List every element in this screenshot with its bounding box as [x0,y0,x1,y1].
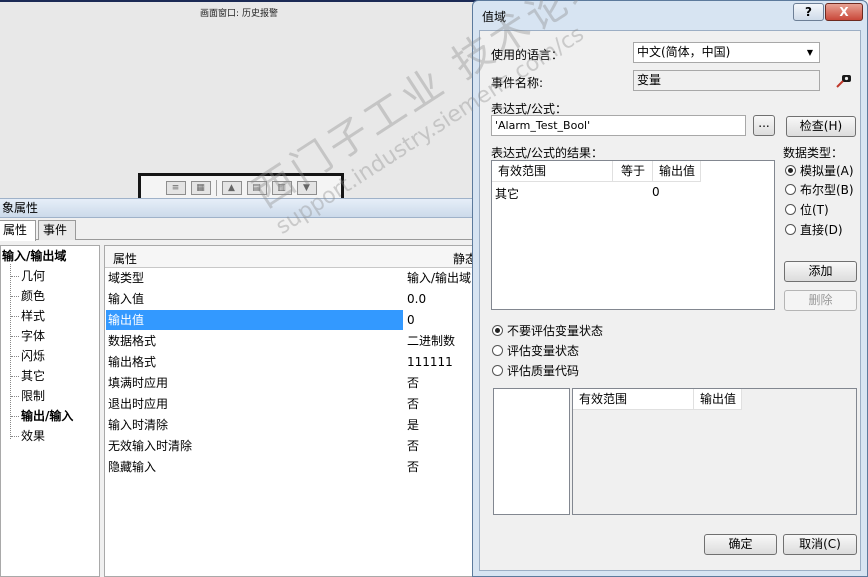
tree-item-misc[interactable]: 其它 [21,367,45,385]
properties-tabs: 属性 事件 [0,219,478,241]
result-col-range: 有效范围 [492,161,613,182]
result-col-output: 输出值 [653,161,701,182]
dialog-client-area: 使用的语言： 中文(简体，中国) ▼ 事件名称: 变量 表达式/公式： 'Ala… [479,30,861,571]
toolbar-separator [215,180,217,196]
tree-item-style[interactable]: 样式 [21,307,45,325]
tree-item-font[interactable]: 字体 [21,327,45,345]
radio-eval-status[interactable] [492,345,503,356]
radio-bool-label[interactable]: 布尔型(B) [800,181,854,198]
tab-events[interactable]: 事件 [38,220,77,240]
toolbar-grid-icon[interactable]: ▦ [190,181,211,195]
table-row[interactable]: 无效输入时清除否 [105,436,477,457]
ok-button[interactable]: 确定 [704,534,777,555]
check-button[interactable]: 检查(H) [786,116,856,137]
table-row-selected[interactable]: 输出值 0 [105,310,477,331]
tree-item-io-field[interactable]: 输入/输出域 [2,247,66,265]
tree-item-color[interactable]: 颜色 [21,287,45,305]
radio-bit-label[interactable]: 位(T) [800,201,829,218]
language-label: 使用的语言： [491,48,564,62]
quality-col-output: 输出值 [694,389,742,410]
tree-item-effects[interactable]: 效果 [21,427,45,445]
object-properties-header: 象属性 [0,198,478,218]
table-row[interactable]: 输出格式 111111 [105,352,477,373]
property-category-tree: 输入/输出域 几何 颜色 样式 字体 闪烁 其它 限制 输出/输入 效果 [0,245,100,577]
radio-no-eval-status-label[interactable]: 不要评估变量状态 [507,322,603,339]
table-row[interactable]: 隐藏输入否 [105,457,477,478]
event-name-field: 变量 [633,70,820,91]
help-button[interactable]: ? [793,3,824,21]
event-name-label: 事件名称: [491,76,544,90]
radio-no-eval-status[interactable] [492,325,503,336]
value-range-dialog: 值域 ? X 使用的语言： 中文(简体，中国) ▼ 事件名称: 变量 表达式/公… [472,0,868,577]
delete-button[interactable]: 删除 [784,290,857,311]
tree-item-output-input[interactable]: 输出/输入 [21,407,73,425]
result-row-output: 0 [652,185,660,199]
add-button[interactable]: 添加 [784,261,857,282]
radio-analog[interactable] [785,165,796,176]
toolbar-list-icon[interactable]: ≡ [165,181,186,195]
table-row[interactable]: 输入时清除是 [105,415,477,436]
radio-direct-label[interactable]: 直接(D) [800,221,843,238]
result-col-equal: 等于 [613,161,653,182]
table-row[interactable]: 域类型 输入/输出域 [105,268,477,289]
result-row-range[interactable]: 其它 [495,185,519,202]
tree-item-geometry[interactable]: 几何 [21,267,45,285]
screen-window-title: 画面窗口: 历史报警 [200,9,278,19]
radio-analog-label[interactable]: 模拟量(A) [800,162,854,179]
radio-eval-quality[interactable] [492,365,503,376]
toolbar-ack-icon[interactable]: ▲ [221,181,242,195]
result-table[interactable]: 有效范围 等于 输出值 其它 0 [491,160,775,310]
toolbar-sort-icon[interactable]: ▥ [271,181,292,195]
quality-range-table[interactable]: 有效范围 输出值 [572,388,857,515]
property-grid-header: 属性 静态 [105,246,477,268]
quality-tree-list[interactable] [493,388,570,515]
result-label: 表达式/公式的结果： [491,146,604,160]
close-button[interactable]: X [825,3,863,21]
quality-col-range: 有效范围 [573,389,694,410]
tree-item-flash[interactable]: 闪烁 [21,347,45,365]
tree-item-limits[interactable]: 限制 [21,387,45,405]
expression-input[interactable]: 'Alarm_Test_Bool' [491,115,746,136]
dialog-title: 值域 [482,10,507,24]
table-row[interactable]: 数据格式 二进制数 [105,331,477,352]
col-header-property: 属性 [113,252,138,266]
data-type-label: 数据类型： [783,146,844,160]
toolbar-export-icon[interactable]: ▼ [296,181,317,195]
radio-direct[interactable] [785,224,796,235]
alarm-toolbar-widget[interactable]: ≡ ▦ ▲ ▤ ▥ ▼ [138,173,344,200]
table-row[interactable]: 填满时应用否 [105,373,477,394]
radio-bool[interactable] [785,184,796,195]
radio-bit[interactable] [785,204,796,215]
language-value: 中文(简体，中国) [637,45,731,59]
tag-connect-icon[interactable] [836,74,852,88]
radio-eval-status-label[interactable]: 评估变量状态 [507,342,579,359]
browse-button[interactable]: ... [753,115,775,136]
tree-connector [10,264,11,439]
table-row[interactable]: 退出时应用否 [105,394,477,415]
screen-canvas: 画面窗口: 历史报警 ≡ ▦ ▲ ▤ ▥ ▼ [0,0,478,200]
property-grid: 属性 静态 域类型 输入/输出域 输入值 0.0 输出值 0 数据格式 二进制数 输出格… [104,245,478,577]
cancel-button[interactable]: 取消(C) [783,534,857,555]
toolbar-filter-icon[interactable]: ▤ [246,181,267,195]
language-select[interactable]: 中文(简体，中国) ▼ [633,42,820,63]
tab-properties[interactable]: 属性 [0,220,37,241]
radio-eval-quality-label[interactable]: 评估质量代码 [507,362,579,379]
chevron-down-icon: ▼ [806,48,813,57]
table-row[interactable]: 输入值 0.0 [105,289,477,310]
